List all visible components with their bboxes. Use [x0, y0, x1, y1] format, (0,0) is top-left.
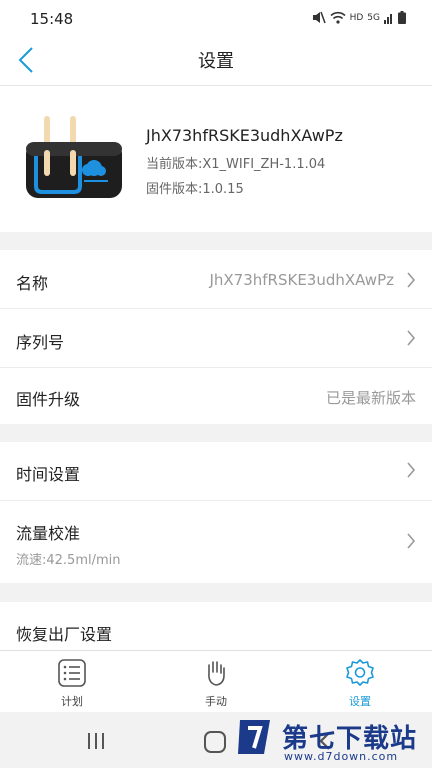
tab-settings-label: 设置 — [349, 695, 371, 708]
signal-icon — [384, 13, 392, 24]
chevron-right-icon — [407, 533, 416, 549]
tab-manual[interactable]: 手动 — [144, 651, 288, 713]
watermark-logo — [238, 720, 270, 754]
signal-type-text: 5G — [367, 12, 380, 23]
chevron-right-icon — [407, 272, 416, 288]
watermark-url: www.d7down.com — [284, 750, 399, 763]
setting-name-label: 名称 — [16, 274, 49, 293]
status-time: 15:48 — [30, 10, 74, 28]
setting-firmware-row[interactable]: 固件升级 已是最新版本 — [0, 368, 432, 424]
tab-plan[interactable]: 计划 — [0, 651, 144, 713]
wifi-icon — [330, 11, 346, 24]
hand-icon — [208, 661, 225, 686]
app-header: 设置 — [0, 36, 432, 86]
battery-icon — [398, 11, 406, 24]
firmware-version-text: 固件版本:1.0.15 — [146, 182, 244, 197]
setting-name-value: JhX73hfRSKE3udhXAwPz — [209, 271, 394, 289]
recent-apps-icon[interactable] — [86, 732, 106, 750]
setting-firmware-label: 固件升级 — [16, 390, 81, 409]
setting-serial-row[interactable]: 序列号 — [0, 309, 432, 367]
device-image — [26, 116, 122, 198]
setting-reset-label: 恢复出厂设置 — [16, 625, 113, 644]
home-button[interactable] — [204, 731, 226, 753]
status-icons: HD 5G — [312, 11, 406, 24]
setting-reset-row[interactable]: 恢复出厂设置 — [0, 602, 432, 650]
setting-firmware-status: 已是最新版本 — [325, 389, 416, 407]
mute-icon — [312, 11, 326, 24]
chevron-right-icon — [407, 462, 416, 478]
list-icon — [58, 659, 86, 687]
setting-flow-label: 流量校准 — [16, 524, 81, 543]
tab-plan-label: 计划 — [61, 695, 83, 708]
setting-flow-rate: 流速:42.5ml/min — [16, 553, 121, 568]
gear-icon — [346, 659, 374, 686]
tab-settings[interactable]: 设置 — [288, 651, 432, 713]
network-type-text: HD — [349, 12, 364, 23]
setting-name-row[interactable]: 名称 JhX73hfRSKE3udhXAwPz — [0, 250, 432, 308]
setting-serial-label: 序列号 — [16, 333, 65, 352]
chevron-right-icon — [407, 330, 416, 346]
setting-time-label: 时间设置 — [16, 465, 81, 484]
current-version-text: 当前版本:X1_WIFI_ZH-1.1.04 — [146, 157, 326, 172]
tab-manual-label: 手动 — [205, 695, 227, 708]
status-bar: 15:48 HD 5G — [0, 0, 432, 36]
setting-time-row[interactable]: 时间设置 — [0, 442, 432, 500]
setting-flow-row[interactable]: 流量校准 流速:42.5ml/min — [0, 501, 432, 583]
bottom-tab-bar: 计划 手动 设置 — [0, 650, 432, 712]
page-title: 设置 — [198, 51, 234, 72]
device-info-card: JhX73hfRSKE3udhXAwPz 当前版本:X1_WIFI_ZH-1.1… — [0, 86, 432, 232]
device-name: JhX73hfRSKE3udhXAwPz — [146, 126, 343, 145]
